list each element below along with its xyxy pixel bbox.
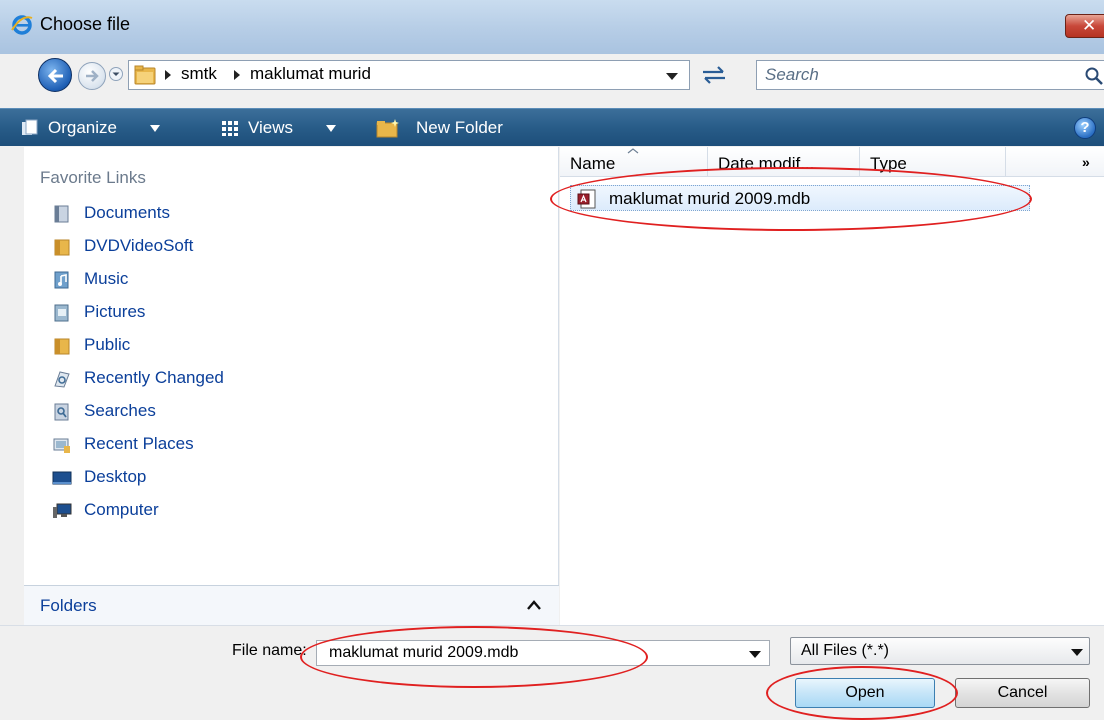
close-icon: ✕ [1082,16,1097,35]
file-type-value: All Files (*.*) [801,642,890,659]
forward-button[interactable] [78,62,106,90]
navigation-pane: Favorite Links Documents DVDVideoSoft Mu… [24,147,559,625]
favorite-links-heading: Favorite Links [40,168,146,187]
pictures-icon [54,304,69,322]
music-icon [54,271,69,289]
new-folder-button[interactable]: New Folder [372,109,542,147]
breadcrumb-smtk[interactable]: smtk [181,64,217,84]
file-name-value: maklumat murid 2009.mdb [329,644,519,661]
back-button[interactable] [38,58,72,92]
folder-icon [54,239,70,256]
address-bar[interactable]: smtk maklumat murid [128,60,690,90]
chevron-up-icon [527,600,541,610]
breadcrumb-separator-icon [165,70,171,80]
navigation-bar: smtk maklumat murid Search [0,54,1104,96]
file-name-label: File name: [232,642,307,659]
organize-label: Organize [48,118,117,137]
column-header-row: Name Date modif... Type » [560,147,1104,177]
chevron-down-icon[interactable] [749,650,761,658]
open-button[interactable]: Open [795,678,935,708]
help-icon[interactable]: ? [1074,117,1096,139]
sidebar-item-documents[interactable]: Documents [24,198,559,230]
file-row[interactable]: maklumat murid 2009.mdb [570,185,1030,211]
refresh-icon[interactable] [694,60,734,90]
breadcrumb-maklumat-murid[interactable]: maklumat murid [250,64,371,84]
sidebar-item-label: Recent Places [84,434,194,453]
sidebar-item-pictures[interactable]: Pictures [24,297,559,329]
folders-label: Folders [40,596,97,615]
ie-logo-icon [11,15,33,35]
column-header-date-modified[interactable]: Date modif... [708,147,860,177]
window-title: Choose file [40,14,131,34]
choose-file-dialog: Choose file ✕ smtk maklumat murid Search… [0,0,1104,720]
sidebar-item-computer[interactable]: Computer [24,495,559,527]
sidebar-item-label: Music [84,269,129,288]
sidebar-item-public[interactable]: Public [24,330,559,362]
views-grid-icon [222,121,238,136]
close-button[interactable]: ✕ [1065,14,1104,38]
column-header-label: Name [570,154,616,173]
sidebar-item-label: Documents [84,203,170,222]
chevron-down-icon [1071,649,1083,656]
chevron-down-icon [150,125,160,132]
column-header-type[interactable]: Type [860,147,1006,177]
views-button[interactable]: Views [218,109,368,147]
searches-icon [54,403,69,421]
computer-icon [53,503,72,518]
file-list-pane: Name Date modif... Type » maklumat murid… [560,147,1104,625]
sidebar-item-label: Searches [84,401,156,420]
search-placeholder: Search [765,65,819,84]
history-dropdown-icon[interactable] [109,67,123,81]
recent-places-icon [53,438,70,453]
file-name-input[interactable]: maklumat murid 2009.mdb [316,640,770,666]
file-type-select[interactable]: All Files (*.*) [790,637,1090,665]
folder-icon [134,65,156,85]
column-header-label: Date modif... [718,154,815,173]
sidebar-item-label: Pictures [84,302,146,321]
column-header-name[interactable]: Name [560,147,708,177]
sidebar-item-music[interactable]: Music [24,264,559,296]
more-columns-button[interactable]: » [1082,154,1090,170]
arrow-left-icon [47,68,63,84]
sidebar-item-searches[interactable]: Searches [24,396,559,428]
sidebar-item-recent-places[interactable]: Recent Places [24,429,559,461]
search-box[interactable]: Search [756,60,1104,90]
sidebar-item-recently-changed[interactable]: Recently Changed [24,363,559,395]
chevron-down-icon [326,125,336,132]
command-toolbar: Organize Views New Folder [0,108,1104,146]
recently-changed-icon [54,371,70,388]
new-folder-label: New Folder [416,118,503,137]
arrow-right-icon [86,70,99,82]
new-folder-icon [376,119,399,138]
sidebar-item-label: Desktop [84,467,147,486]
organize-icon [22,119,38,135]
sidebar-item-dvdvideosoft[interactable]: DVDVideoSoft [24,231,559,263]
documents-icon [54,205,69,223]
sidebar-item-label: Computer [84,500,159,519]
folder-icon [54,338,70,355]
sidebar-item-label: Recently Changed [84,368,224,387]
column-header-label: Type [870,154,907,173]
title-bar: Choose file ✕ [0,0,1104,54]
organize-button[interactable]: Organize [16,109,196,147]
file-name: maklumat murid 2009.mdb [609,189,811,208]
folders-toggle[interactable]: Folders [24,585,559,625]
access-db-icon [577,189,596,209]
desktop-icon [52,471,72,485]
sort-ascending-icon [627,148,639,154]
sidebar-item-label: Public [84,335,131,354]
cancel-button[interactable]: Cancel [955,678,1090,708]
breadcrumb-separator-icon [234,70,240,80]
address-dropdown-icon[interactable] [665,71,679,81]
sidebar-item-desktop[interactable]: Desktop [24,462,559,494]
search-icon[interactable] [1084,66,1104,86]
views-label: Views [248,118,294,137]
sidebar-item-label: DVDVideoSoft [84,236,194,255]
